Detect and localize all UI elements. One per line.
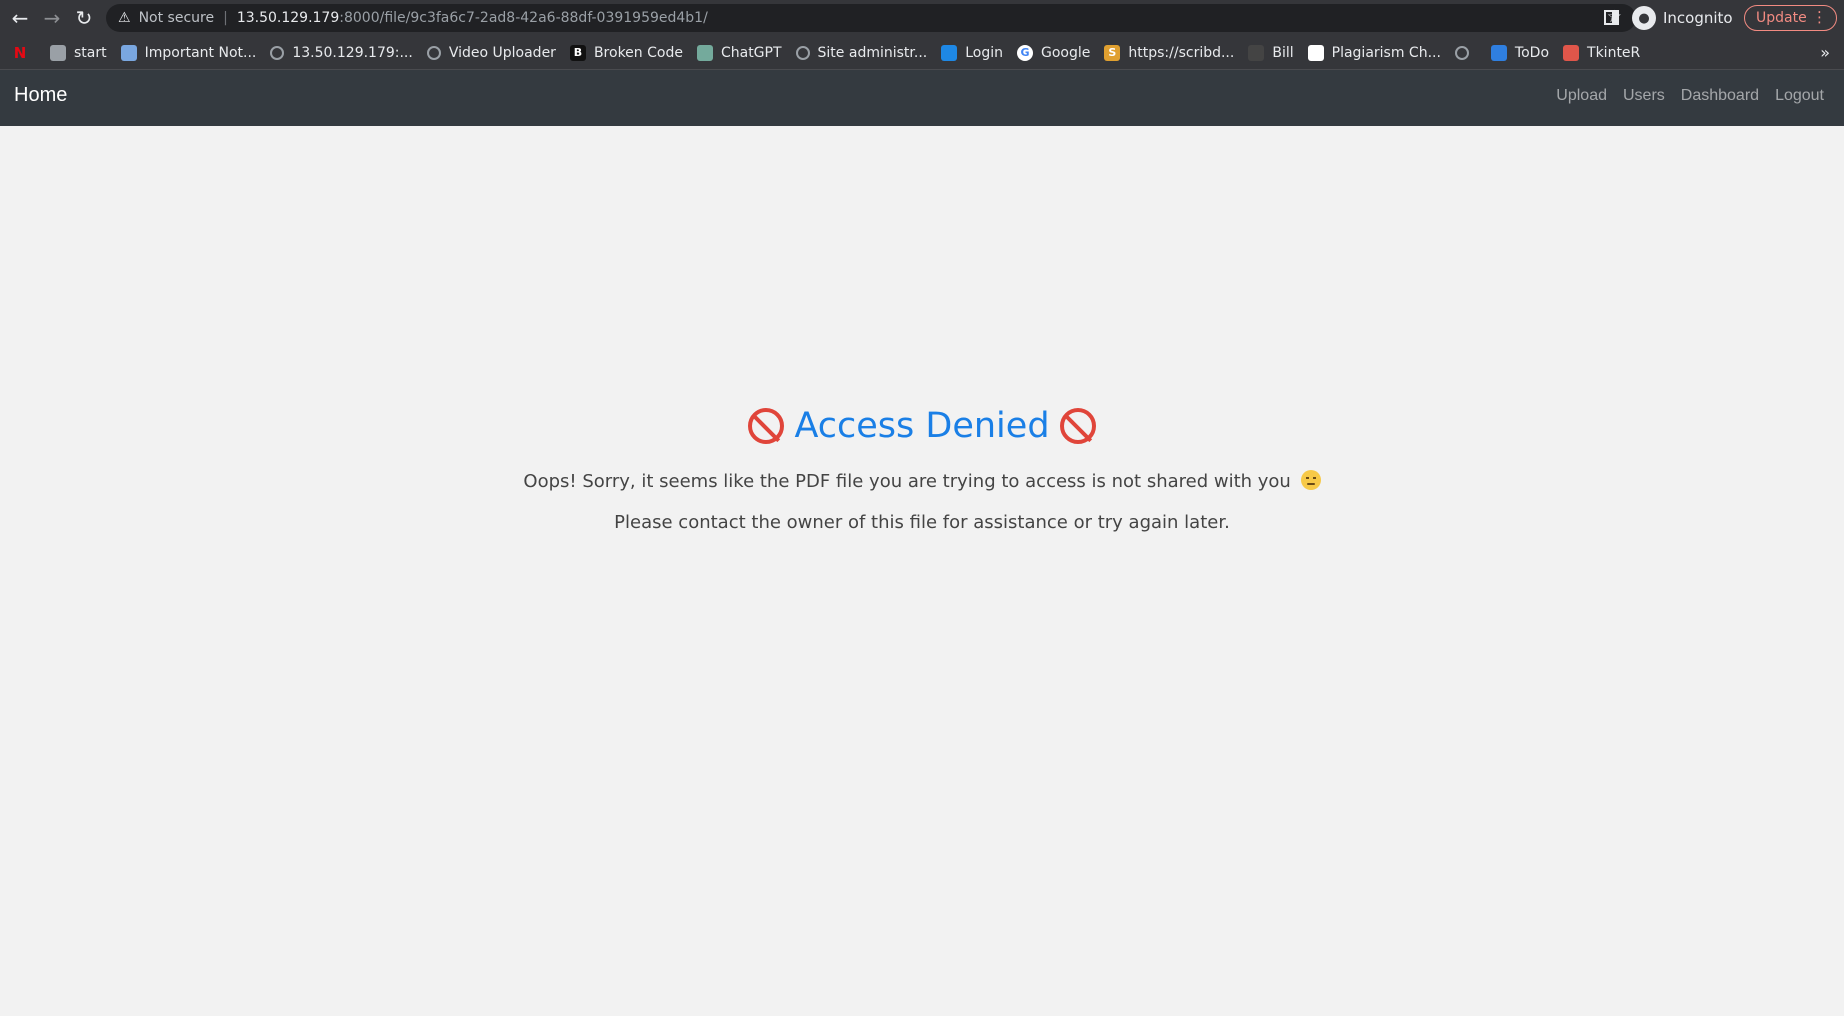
- nav-link-upload[interactable]: Upload: [1556, 87, 1607, 105]
- nav-links: Upload Users Dashboard Logout: [1540, 87, 1824, 105]
- bill-icon: [1248, 44, 1265, 61]
- security-label: Not secure: [138, 10, 215, 26]
- home-link[interactable]: Home: [14, 84, 67, 107]
- bookmark-item[interactable]: Shttps://scribd...: [1104, 44, 1235, 61]
- bookmark-label: Bill: [1272, 44, 1294, 61]
- bookmark-item[interactable]: B Broken Code: [569, 44, 683, 61]
- access-denied-title: Access Denied: [794, 406, 1050, 446]
- bookmark-label: Site administr...: [817, 44, 928, 61]
- login-icon: [941, 44, 958, 61]
- bookmark-item[interactable]: ChatGPT: [696, 44, 782, 61]
- site-navbar: Home Upload Users Dashboard Logout: [0, 70, 1844, 126]
- incognito-profile[interactable]: ● Incognito: [1632, 6, 1733, 30]
- bookmark-item[interactable]: Bill: [1248, 44, 1294, 61]
- bookmark-item[interactable]: Video Uploader: [426, 44, 556, 61]
- prohibited-icon: [748, 408, 785, 444]
- bookmark-label: Login: [965, 44, 1004, 61]
- bookmark-label: ToDo: [1514, 44, 1550, 61]
- main-content: Access Denied Oops! Sorry, it seems like…: [0, 126, 1844, 1016]
- access-denied-heading: Access Denied: [0, 406, 1844, 446]
- denied-message: Oops! Sorry, it seems like the PDF file …: [0, 470, 1844, 492]
- browser-toolbar: ← → ↻ ⚠ Not secure | 13.50.129.179 :8000…: [0, 0, 1844, 36]
- globe-icon: [270, 45, 285, 60]
- bookmark-item[interactable]: Site administr...: [795, 44, 928, 61]
- forward-icon[interactable]: →: [36, 0, 68, 36]
- bookmark-label: Plagiarism Ch...: [1331, 44, 1441, 61]
- plagiarism-icon: [1307, 44, 1324, 61]
- notes-icon: [120, 44, 137, 61]
- incognito-label: Incognito: [1663, 9, 1733, 27]
- contact-message: Please contact the owner of this file fo…: [614, 512, 1230, 533]
- bookmark-item[interactable]: G Google: [1017, 44, 1091, 61]
- nav-link-logout[interactable]: Logout: [1775, 87, 1824, 105]
- bookmark-item[interactable]: start: [50, 44, 107, 61]
- bookmark-item[interactable]: TkinteR: [1563, 44, 1641, 61]
- update-button[interactable]: Update ⋮: [1744, 5, 1837, 31]
- bookmark-label: Video Uploader: [448, 44, 556, 61]
- scribd-icon: S: [1104, 44, 1121, 61]
- todo-icon: [1490, 44, 1507, 61]
- bookmark-label: ChatGPT: [720, 44, 782, 61]
- url-host: 13.50.129.179: [236, 10, 340, 26]
- update-label: Update: [1756, 10, 1807, 26]
- nav-link-users[interactable]: Users: [1623, 87, 1665, 105]
- bookmarks-bar: Nstart Important Not... 13.50.129.179:... V…: [0, 36, 1844, 70]
- nav-link-dashboard[interactable]: Dashboard: [1681, 87, 1759, 105]
- menu-dots-icon: ⋮: [1812, 8, 1827, 26]
- tkinter-icon: [1563, 44, 1580, 61]
- incognito-icon: ●: [1632, 6, 1656, 30]
- bookmark-label: TkinteR: [1587, 44, 1641, 61]
- bookmark-item[interactable]: Plagiarism Ch...: [1307, 44, 1441, 61]
- folder-icon: [50, 44, 66, 61]
- bookmark-item[interactable]: Login: [941, 44, 1004, 61]
- google-icon: G: [1017, 44, 1034, 61]
- globe-icon: [426, 45, 441, 60]
- globe-icon: [1454, 45, 1469, 60]
- bookmark-label: start: [74, 44, 107, 61]
- b-icon: B: [569, 44, 586, 61]
- bookmark-item[interactable]: N: [12, 43, 36, 62]
- netflix-icon: N: [13, 43, 27, 62]
- bookmark-item[interactable]: Important Not...: [120, 44, 257, 61]
- address-bar[interactable]: ⚠ Not secure | 13.50.129.179 :8000/file/…: [106, 4, 1636, 32]
- denied-message-text: Oops! Sorry, it seems like the PDF file …: [523, 471, 1291, 492]
- bookmark-label: Google: [1041, 44, 1091, 61]
- bookmark-item[interactable]: ToDo: [1490, 44, 1550, 61]
- url-path: :8000/file/9c3fa6c7-2ad8-42a6-88df-03919…: [339, 10, 708, 26]
- bookmark-label: Broken Code: [593, 44, 683, 61]
- more-bookmarks-icon[interactable]: »: [1820, 43, 1830, 62]
- back-icon[interactable]: ←: [4, 0, 36, 36]
- chatgpt-icon: [696, 44, 713, 61]
- bookmark-item[interactable]: 13.50.129.179:...: [270, 45, 413, 61]
- bookmark-label: 13.50.129.179:...: [292, 44, 413, 61]
- bookmark-label: https://scribd...: [1128, 44, 1235, 61]
- globe-icon: [795, 45, 810, 60]
- prohibited-icon: [1059, 408, 1096, 444]
- warning-icon: ⚠: [118, 10, 131, 26]
- bookmark-label: Important Not...: [144, 44, 257, 61]
- bookmark-item[interactable]: [1454, 45, 1477, 60]
- reload-icon[interactable]: ↻: [68, 0, 100, 36]
- separator: |: [223, 10, 228, 26]
- side-panel-icon[interactable]: [1604, 10, 1619, 25]
- pensive-face-icon: [1300, 470, 1321, 490]
